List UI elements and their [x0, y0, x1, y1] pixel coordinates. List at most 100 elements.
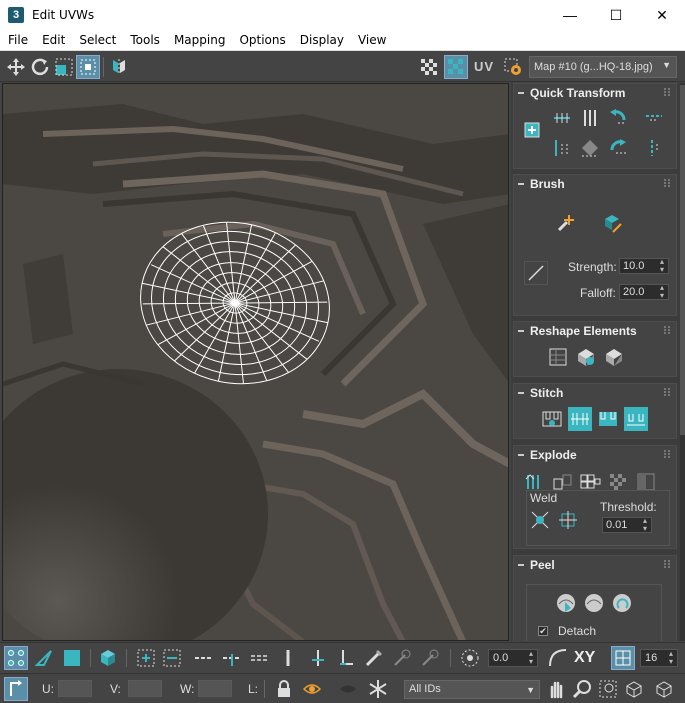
- menu-file[interactable]: File: [0, 33, 35, 47]
- lock-icon[interactable]: [272, 677, 296, 701]
- paint-select-icon[interactable]: [362, 646, 386, 670]
- reset-peel-icon[interactable]: [610, 591, 634, 615]
- rollout-header[interactable]: Reshape Elements: [514, 322, 676, 340]
- element-mode-icon[interactable]: [96, 646, 120, 670]
- zoom-region-icon[interactable]: [596, 677, 620, 701]
- menu-view[interactable]: View: [351, 33, 393, 47]
- rollout-header[interactable]: Explode: [514, 446, 676, 464]
- close-button[interactable]: ✕: [639, 0, 685, 30]
- straighten-selection-icon[interactable]: [546, 345, 570, 369]
- polygon-mode-icon[interactable]: [60, 646, 84, 670]
- grip-icon[interactable]: [664, 450, 670, 458]
- texture-map-select[interactable]: Map #10 (g...HQ-18.jpg) ▼: [529, 56, 677, 78]
- relax-brush-icon[interactable]: [600, 211, 624, 235]
- menu-edit[interactable]: Edit: [35, 33, 72, 47]
- weld-selected-icon[interactable]: [528, 508, 552, 532]
- freeze-icon[interactable]: [366, 677, 390, 701]
- menu-tools[interactable]: Tools: [123, 33, 167, 47]
- uv-editor-viewport[interactable]: [2, 83, 509, 641]
- paint-shrink-icon[interactable]: [418, 646, 442, 670]
- mirror-icon[interactable]: [107, 55, 131, 79]
- grip-icon[interactable]: [664, 88, 670, 96]
- material-id-select[interactable]: All IDs ▼: [404, 680, 540, 699]
- transform-center-icon[interactable]: [520, 118, 544, 142]
- ring-select-icon[interactable]: [192, 646, 216, 670]
- align-left-icon[interactable]: [642, 106, 666, 130]
- space-horizontal-icon[interactable]: [550, 136, 574, 160]
- shrink-selection-icon[interactable]: [160, 646, 184, 670]
- zoom-icon[interactable]: [570, 677, 594, 701]
- grip-icon[interactable]: [664, 388, 670, 396]
- minimize-button[interactable]: —: [547, 0, 593, 30]
- soft-selection-spinner[interactable]: 0.0: [488, 649, 538, 667]
- menu-display[interactable]: Display: [293, 33, 351, 47]
- grip-icon[interactable]: [664, 326, 670, 334]
- show-map-icon[interactable]: [444, 55, 468, 79]
- grow-selection-icon[interactable]: [134, 646, 158, 670]
- checker-icon[interactable]: [417, 55, 441, 79]
- falloff-type-icon[interactable]: [546, 646, 570, 670]
- rotate-icon[interactable]: [28, 55, 52, 79]
- u-field[interactable]: [58, 680, 92, 697]
- absolute-offset-icon[interactable]: [4, 677, 28, 701]
- grip-icon[interactable]: [664, 179, 670, 187]
- stitch-to-source-icon[interactable]: [568, 407, 592, 431]
- hide-icon[interactable]: [300, 677, 324, 701]
- paint-move-icon[interactable]: [554, 211, 578, 235]
- maximize-button[interactable]: ☐: [593, 0, 639, 30]
- peel-mode-icon[interactable]: [582, 591, 606, 615]
- paint-grow-icon[interactable]: [390, 646, 414, 670]
- stitch-average-icon[interactable]: [596, 407, 620, 431]
- loop-grow-icon[interactable]: [220, 646, 244, 670]
- scrollbar-thumb[interactable]: [680, 85, 685, 435]
- menu-options[interactable]: Options: [232, 33, 292, 47]
- snap-grid-icon[interactable]: [611, 646, 635, 670]
- menu-select[interactable]: Select: [72, 33, 123, 47]
- loop-down-icon[interactable]: [334, 646, 358, 670]
- falloff-space-label[interactable]: XY: [574, 649, 595, 667]
- weld-target-icon[interactable]: [556, 508, 580, 532]
- pan-icon[interactable]: [544, 677, 568, 701]
- grid-size-spinner[interactable]: 16: [640, 649, 678, 667]
- stitch-to-target-icon[interactable]: [624, 407, 648, 431]
- quick-peel-icon[interactable]: [554, 591, 578, 615]
- uv-canvas[interactable]: [3, 84, 509, 641]
- strength-spinner[interactable]: 10.0: [619, 258, 669, 274]
- uv-label[interactable]: UV: [474, 59, 494, 74]
- settings-icon[interactable]: [501, 55, 525, 79]
- rollout-header[interactable]: Brush: [514, 175, 676, 193]
- zoom-selected-icon[interactable]: [652, 677, 676, 701]
- loop-shrink-icon[interactable]: [248, 646, 272, 670]
- w-field[interactable]: [198, 680, 232, 697]
- side-panel-scrollbar[interactable]: [680, 83, 685, 641]
- relax-settings-icon[interactable]: [602, 345, 626, 369]
- freeform-icon[interactable]: [76, 54, 100, 79]
- falloff-curve-icon[interactable]: [524, 261, 548, 285]
- move-icon[interactable]: [4, 55, 28, 79]
- menu-mapping[interactable]: Mapping: [167, 33, 233, 47]
- stitch-custom-icon[interactable]: [540, 407, 564, 431]
- rotate-ccw-icon[interactable]: [606, 106, 630, 130]
- soft-selection-icon[interactable]: [458, 646, 482, 670]
- relax-icon[interactable]: [574, 345, 598, 369]
- freeze-eye-icon[interactable]: [336, 677, 360, 701]
- rollout-header[interactable]: Peel: [514, 556, 676, 574]
- align-vertical-icon[interactable]: [578, 106, 602, 130]
- align-top-icon[interactable]: [642, 136, 666, 160]
- threshold-spinner[interactable]: 0.01: [602, 517, 652, 533]
- align-horizontal-icon[interactable]: [550, 106, 574, 130]
- grip-icon[interactable]: [664, 560, 670, 568]
- edge-loop-icon[interactable]: [276, 646, 300, 670]
- loop-up-icon[interactable]: [306, 646, 330, 670]
- rollout-header[interactable]: Quick Transform: [514, 84, 676, 102]
- rotate-cw-icon[interactable]: [606, 136, 630, 160]
- zoom-extents-icon[interactable]: [622, 677, 646, 701]
- scale-icon[interactable]: [52, 55, 76, 79]
- falloff-spinner[interactable]: 20.0: [619, 284, 669, 300]
- detach-checkbox[interactable]: ✔: [538, 626, 548, 636]
- rollout-header[interactable]: Stitch: [514, 384, 676, 402]
- straighten-icon[interactable]: [578, 136, 602, 160]
- edge-mode-icon[interactable]: [32, 646, 56, 670]
- vertex-mode-icon[interactable]: [4, 646, 28, 670]
- v-field[interactable]: [128, 680, 162, 697]
